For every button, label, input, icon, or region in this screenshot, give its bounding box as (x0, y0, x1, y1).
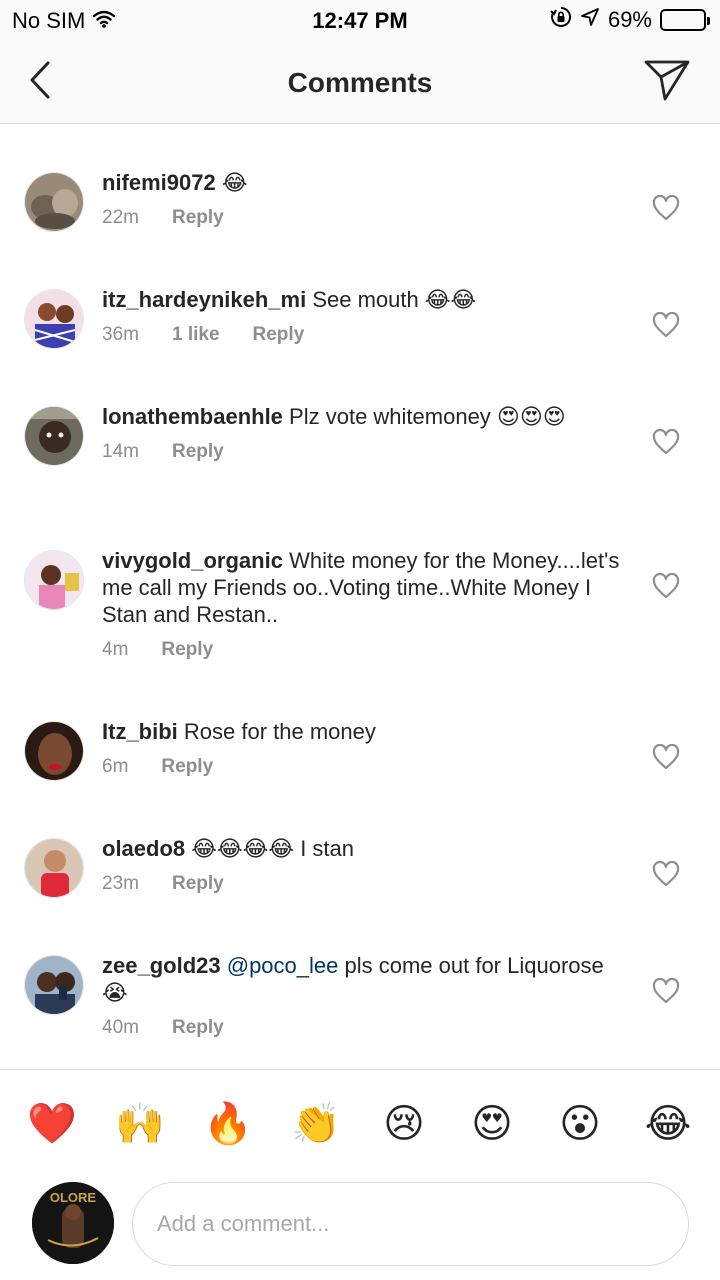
comment-mention[interactable]: @poco_lee (227, 953, 339, 978)
comment-meta: 6m Reply (102, 756, 622, 778)
emoji-surprised-button[interactable]: 😮 (552, 1096, 608, 1152)
reply-button[interactable]: Reply (172, 873, 224, 895)
reply-button[interactable]: Reply (172, 207, 224, 229)
heart-icon[interactable] (652, 312, 680, 338)
comment-text: itz_hardeynikeh_mi See mouth 😂😂 (102, 286, 622, 313)
reply-button[interactable]: Reply (161, 639, 213, 661)
comment-message: 😂 (221, 170, 248, 195)
comment-time: 36m (102, 324, 139, 345)
comment-message: Plz vote whitemoney 😍😍😍 (289, 404, 566, 429)
emoji-heart-eyes-button[interactable]: 😍 (464, 1096, 520, 1152)
page-title: Comments (287, 67, 433, 98)
reply-button[interactable]: Reply (172, 441, 224, 463)
reply-button[interactable]: Reply (253, 324, 305, 346)
avatar[interactable] (24, 172, 84, 232)
reply-button[interactable]: Reply (161, 756, 213, 778)
status-bar: No SIM 12:47 PM 69% (0, 0, 720, 40)
avatar[interactable] (24, 838, 84, 898)
comment-time: 22m (102, 207, 139, 228)
avatar[interactable] (24, 289, 84, 349)
avatar[interactable] (24, 955, 84, 1015)
heart-icon[interactable] (652, 744, 680, 770)
comment-meta: 4m Reply (102, 639, 622, 661)
status-right: 69% (550, 6, 710, 34)
comment-meta: 14m Reply (102, 441, 622, 463)
comment-text: zee_gold23 @poco_lee pls come out for Li… (102, 952, 622, 1006)
heart-icon[interactable] (652, 573, 680, 599)
comment-time: 40m (102, 1017, 139, 1038)
comment-message: See mouth 😂😂 (312, 287, 477, 312)
emoji-crying-button[interactable]: 😢 (376, 1096, 432, 1152)
comment-body: zee_gold23 @poco_lee pls come out for Li… (102, 952, 622, 1039)
chevron-left-icon (30, 61, 50, 99)
comment-username[interactable]: olaedo8 (102, 836, 185, 861)
comment-body: vivygold_organic White money for the Mon… (102, 547, 622, 661)
heart-icon[interactable] (652, 429, 680, 455)
comment-time: 4m (102, 639, 129, 660)
comment-input[interactable] (132, 1182, 689, 1266)
comment-username[interactable]: vivygold_organic (102, 548, 283, 573)
heart-icon[interactable] (652, 861, 680, 887)
heart-icon[interactable] (652, 195, 680, 221)
comment-meta: 22m Reply (102, 207, 622, 229)
heart-icon[interactable] (652, 978, 680, 1004)
emoji-raised-hands-button[interactable]: 🙌 (112, 1096, 168, 1152)
comment-time: 14m (102, 441, 139, 462)
comment-message: Rose for the money (183, 719, 376, 744)
comment-meta: 40m Reply (102, 1017, 622, 1039)
emoji-laughing-button[interactable]: 😂 (640, 1096, 696, 1152)
comment-time: 23m (102, 873, 139, 894)
battery-icon (660, 9, 710, 31)
back-button[interactable] (22, 58, 58, 102)
comment-likes[interactable]: 1 like (172, 324, 220, 346)
comment-username[interactable]: nifemi9072 (102, 170, 216, 195)
battery-tip (707, 17, 710, 25)
comment-body: itz_hardeynikeh_mi See mouth 😂😂 36m 1 li… (102, 286, 622, 346)
divider (0, 1069, 720, 1070)
battery-percent: 69% (607, 7, 652, 32)
emoji-reaction-bar: ❤️ 🙌 🔥 👏 😢 😍 😮 😂 (0, 1096, 720, 1152)
comment-time: 6m (102, 756, 129, 777)
comment-body: olaedo8 😂😂😂😂 I stan 23m Reply (102, 835, 622, 895)
comment-meta: 23m Reply (102, 873, 622, 895)
comment-text: lonathembaenhle Plz vote whitemoney 😍😍😍 (102, 403, 622, 430)
paper-plane-icon (644, 60, 690, 101)
comment-body: nifemi9072 😂 22m Reply (102, 169, 622, 229)
avatar-logo-text: OLORE (50, 1190, 97, 1205)
comment-message: 😂😂😂😂 I stan (191, 836, 355, 861)
comment-text: vivygold_organic White money for the Mon… (102, 547, 622, 628)
avatar[interactable] (24, 406, 84, 466)
comment-meta: 36m 1 like Reply (102, 324, 622, 346)
comment-text: olaedo8 😂😂😂😂 I stan (102, 835, 622, 862)
emoji-clap-button[interactable]: 👏 (288, 1096, 344, 1152)
comment-text: Itz_bibi Rose for the money (102, 718, 622, 745)
avatar[interactable] (24, 721, 84, 781)
comment-username[interactable]: itz_hardeynikeh_mi (102, 287, 306, 312)
user-avatar[interactable]: OLORE (32, 1182, 114, 1264)
comment-text: nifemi9072 😂 (102, 169, 622, 196)
emoji-heart-button[interactable]: ❤️ (24, 1096, 80, 1152)
orientation-lock-icon (550, 6, 572, 34)
location-arrow-icon (580, 7, 600, 33)
comment-username[interactable]: lonathembaenhle (102, 404, 283, 429)
comments-header: Comments (0, 40, 720, 124)
reply-button[interactable]: Reply (172, 1017, 224, 1039)
avatar[interactable] (24, 550, 84, 610)
comment-body: lonathembaenhle Plz vote whitemoney 😍😍😍 … (102, 403, 622, 463)
share-button[interactable] (642, 56, 692, 104)
emoji-fire-button[interactable]: 🔥 (200, 1096, 256, 1152)
comments-list[interactable]: nifemi9072 😂 22m Reply itz_hardeynikeh_m… (0, 125, 720, 1069)
comment-username[interactable]: Itz_bibi (102, 719, 178, 744)
comment-username[interactable]: zee_gold23 (102, 953, 221, 978)
comment-body: Itz_bibi Rose for the money 6m Reply (102, 718, 622, 778)
